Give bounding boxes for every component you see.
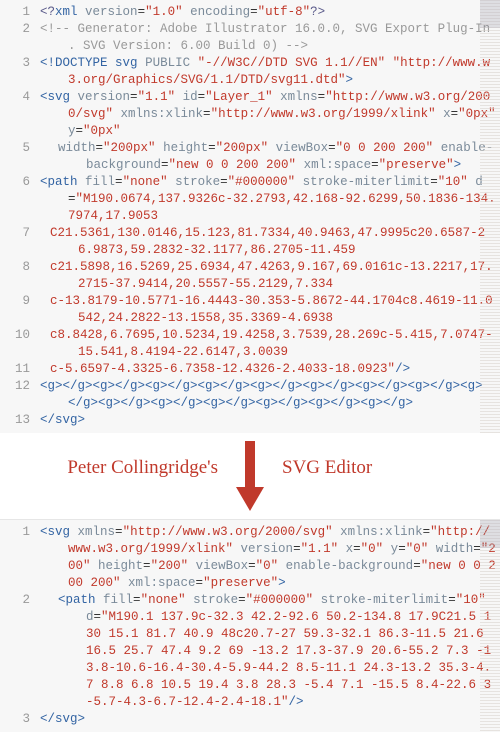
code-line: c-5.6597-4.3325-6.7358-12.4326-2.4033-18… bbox=[40, 361, 496, 378]
line-number: 9 bbox=[0, 293, 30, 327]
line-number: 10 bbox=[0, 327, 30, 361]
line-number: 6 bbox=[0, 174, 30, 225]
line-number: 7 bbox=[0, 225, 30, 259]
line-number: 4 bbox=[0, 89, 30, 140]
line-number: 12 bbox=[0, 378, 30, 412]
line-number: 2 bbox=[0, 21, 30, 55]
gutter-before: 12345678910111213 bbox=[0, 0, 36, 433]
code-line: <g></g><g></g><g></g><g></g><g></g><g></… bbox=[40, 378, 496, 412]
line-number: 8 bbox=[0, 259, 30, 293]
transition-caption: Peter Collingridge's SVG Editor bbox=[0, 433, 500, 519]
code-line: C21.5361,130.0146,15.123,81.7334,40.9463… bbox=[40, 225, 496, 259]
code-line: <?xml version="1.0" encoding="utf-8"?> bbox=[40, 4, 496, 21]
line-number: 2 bbox=[0, 592, 30, 711]
code-pane-after: 123 <svg xmlns="http://www.w3.org/2000/s… bbox=[0, 520, 500, 732]
code-line: </svg> bbox=[40, 412, 496, 429]
code-line: c8.8428,6.7695,10.5234,19.4258,3.7539,28… bbox=[40, 327, 496, 361]
code-pane-before: 12345678910111213 <?xml version="1.0" en… bbox=[0, 0, 500, 433]
line-number: 1 bbox=[0, 4, 30, 21]
minimap-before bbox=[480, 0, 500, 433]
gutter-after: 123 bbox=[0, 520, 36, 732]
line-number: 1 bbox=[0, 524, 30, 592]
code-line: <!DOCTYPE svg PUBLIC "-//W3C//DTD SVG 1.… bbox=[40, 55, 496, 89]
line-number: 3 bbox=[0, 55, 30, 89]
line-number: 11 bbox=[0, 361, 30, 378]
minimap-after bbox=[480, 520, 500, 732]
code-line: c21.5898,16.5269,25.6934,47.4263,9.167,6… bbox=[40, 259, 496, 293]
line-number: 13 bbox=[0, 412, 30, 429]
code-line: <svg version="1.1" id="Layer_1" xmlns="h… bbox=[40, 89, 496, 140]
code-before: <?xml version="1.0" encoding="utf-8"?><!… bbox=[36, 0, 500, 433]
code-line: width="200px" height="200px" viewBox="0 … bbox=[40, 140, 496, 174]
line-number: 5 bbox=[0, 140, 30, 174]
line-number: 3 bbox=[0, 711, 30, 728]
code-line: <path fill="none" stroke="#000000" strok… bbox=[40, 174, 496, 225]
caption-right: SVG Editor bbox=[260, 457, 372, 479]
code-line: <path fill="none" stroke="#000000" strok… bbox=[40, 592, 496, 711]
code-line: <!-- Generator: Adobe Illustrator 16.0.0… bbox=[40, 21, 496, 55]
caption-left: Peter Collingridge's bbox=[67, 457, 240, 479]
code-line: <svg xmlns="http://www.w3.org/2000/svg" … bbox=[40, 524, 496, 592]
code-after: <svg xmlns="http://www.w3.org/2000/svg" … bbox=[36, 520, 500, 732]
code-line: c-13.8179-10.5771-16.4443-30.353-5.8672-… bbox=[40, 293, 496, 327]
code-line: </svg> bbox=[40, 711, 496, 728]
